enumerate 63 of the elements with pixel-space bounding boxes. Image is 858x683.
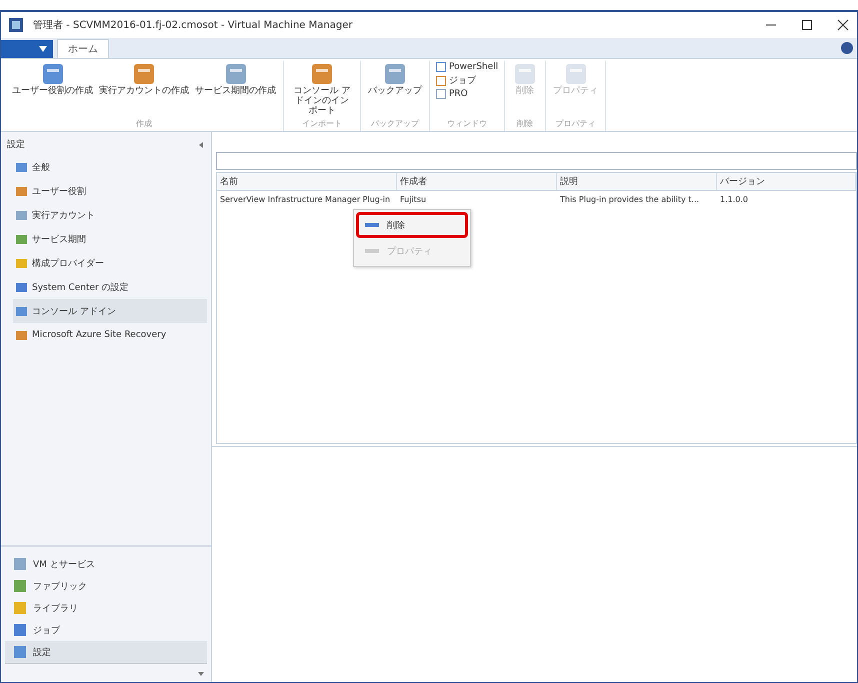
- item-icon: [15, 256, 28, 270]
- ribbon-button[interactable]: PowerShell: [434, 61, 500, 73]
- item-icon: [15, 184, 28, 198]
- workspace-icon: [13, 601, 27, 615]
- item-icon: [15, 208, 28, 222]
- file-menu-button[interactable]: [1, 40, 53, 58]
- column-header[interactable]: 作成者: [397, 173, 557, 190]
- ribbon-button[interactable]: 実行アカウントの作成: [96, 61, 192, 118]
- table-cell-text: This Plug-in provides the ability t...: [559, 194, 700, 206]
- menu-icon: [365, 246, 379, 256]
- app-icon: [9, 18, 23, 32]
- maximize-icon[interactable]: [801, 19, 813, 31]
- workspace-button[interactable]: ファブリック: [5, 575, 207, 597]
- ribbon-button[interactable]: PRO: [434, 88, 470, 100]
- caret-icon: [39, 46, 47, 52]
- sidebar-header: 設定: [7, 138, 25, 151]
- column-header[interactable]: 説明: [557, 173, 717, 190]
- workspace-button[interactable]: ライブラリ: [5, 597, 207, 619]
- menu-icon: [365, 220, 379, 230]
- item-icon: [15, 328, 28, 342]
- sidebar-item[interactable]: ユーザー役割: [13, 179, 207, 203]
- sidebar-item[interactable]: 全般: [13, 155, 207, 179]
- workspace-icon: [13, 557, 27, 571]
- ribbon-group-label: インポート: [302, 118, 342, 130]
- ribbon-group-label: バックアップ: [371, 118, 419, 130]
- ribbon-button[interactable]: コンソール アドインのインポート: [288, 61, 356, 118]
- sidebar-item[interactable]: 実行アカウント: [13, 203, 207, 227]
- item-icon: [15, 232, 28, 246]
- item-icon: [15, 304, 28, 318]
- workspace-button[interactable]: VM とサービス: [5, 553, 207, 575]
- workspace-icon: [13, 623, 27, 637]
- ribbon-button[interactable]: サービス期間の作成: [192, 61, 279, 118]
- close-icon[interactable]: [837, 19, 849, 31]
- workspace-button[interactable]: ジョブ: [5, 619, 207, 641]
- help-icon[interactable]: [841, 42, 853, 54]
- workspace-icon: [13, 579, 27, 593]
- expand-icon[interactable]: [197, 669, 205, 677]
- ribbon-button[interactable]: バックアップ: [365, 61, 425, 118]
- sidebar-item[interactable]: 構成プロバイダー: [13, 251, 207, 275]
- workspace-icon: [13, 645, 27, 659]
- ribbon-group-label: ウィンドウ: [447, 118, 488, 130]
- column-header[interactable]: バージョン: [717, 173, 856, 190]
- window-title: 管理者 - SCVMM2016-01.fj-02.cmosot - Virtual Machine Manager: [33, 18, 352, 32]
- sidebar-item[interactable]: System Center の設定: [13, 275, 207, 299]
- sidebar-item[interactable]: Microsoft Azure Site Recovery: [13, 323, 207, 347]
- ribbon-group-label: 作成: [136, 118, 152, 130]
- item-icon: [15, 280, 28, 294]
- table-cell-text: Fujitsu: [399, 194, 428, 206]
- ribbon-button[interactable]: ユーザー役割の作成: [9, 61, 96, 118]
- table-cell-text: ServerView Infrastructure Manager Plug-in: [219, 194, 392, 206]
- table-cell-text: 1.1.0.0: [719, 194, 749, 206]
- ribbon-group-label: 削除: [517, 118, 534, 130]
- collapse-icon[interactable]: [197, 140, 205, 148]
- search-field[interactable]: [216, 152, 857, 170]
- ribbon-tab[interactable]: ホーム: [57, 39, 109, 58]
- column-header[interactable]: 名前: [217, 173, 397, 190]
- workspace-button[interactable]: 設定: [5, 641, 207, 664]
- ribbon-group-label: プロパティ: [556, 118, 596, 130]
- sidebar-item[interactable]: サービス期間: [13, 227, 207, 251]
- ribbon-button[interactable]: ジョブ: [434, 73, 478, 88]
- item-icon: [15, 160, 28, 174]
- sidebar-item[interactable]: コンソール アドイン: [13, 299, 207, 323]
- menu-item[interactable]: 削除: [356, 212, 468, 238]
